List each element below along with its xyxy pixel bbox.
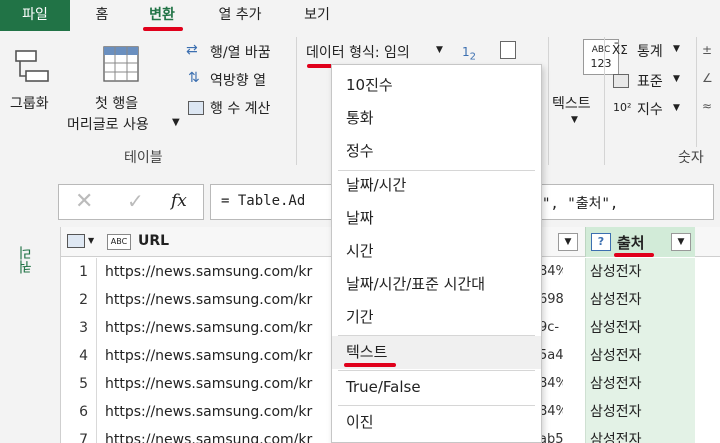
transpose-icon: ⇄ — [186, 42, 198, 58]
ribbon-tab-bar: 파일 홈 변환 열 추가 보기 — [0, 0, 720, 31]
sigma-icon: X̄Σ — [612, 43, 628, 57]
mid-cell[interactable]: 84% — [539, 398, 563, 426]
row-number: 7 — [61, 426, 97, 443]
text-chevron-icon: ▼ — [571, 115, 578, 125]
count-rows-button[interactable]: 행 수 계산 — [210, 98, 270, 118]
mid-cell[interactable]: 84% — [539, 258, 563, 286]
tab-add-column[interactable]: 열 추가 — [200, 0, 280, 31]
formula-text-left: = Table.Ad — [221, 193, 306, 209]
formula-input[interactable]: = Table.Ad — [210, 184, 332, 220]
menu-item-truefalse[interactable]: True/False — [332, 371, 541, 404]
group-label-number: 숫자 — [678, 150, 704, 166]
group-label-table: 테이블 — [124, 150, 163, 166]
exponent-chevron-icon: ▼ — [673, 103, 680, 113]
statistics-button[interactable]: 통계 — [637, 41, 663, 61]
trig-icon: ∠ — [702, 71, 713, 85]
confirm-icon[interactable]: ✓ — [127, 189, 144, 213]
source-header-underline — [614, 253, 654, 257]
source-cell[interactable]: 삼성전자 — [585, 258, 695, 286]
column-header-source[interactable]: 출처 — [617, 232, 645, 253]
tab-home[interactable]: 홈 — [80, 0, 124, 31]
statistics-chevron-icon: ▼ — [673, 44, 680, 54]
source-cell[interactable]: 삼성전자 — [585, 370, 695, 398]
menu-item-date[interactable]: 날짜 — [332, 202, 541, 235]
menu-item-binary[interactable]: 이진 — [332, 406, 541, 439]
source-cell[interactable]: 삼성전자 — [585, 426, 695, 443]
queries-pane-label[interactable]: 쿼리 — [16, 246, 38, 274]
menu-item-datetimezone[interactable]: 날짜/시간/표준 시간대 — [332, 268, 541, 301]
tab-file[interactable]: 파일 — [0, 0, 70, 31]
source-cell[interactable]: 삼성전자 — [585, 342, 695, 370]
row-number: 2 — [61, 286, 97, 314]
rounding-icon: ≈ — [702, 99, 713, 113]
column-header-url[interactable]: URL — [138, 233, 169, 249]
text-type-icon[interactable]: ABC — [107, 234, 131, 250]
formula-input-right[interactable]: ", "출처", — [540, 184, 714, 220]
count-rows-icon — [188, 101, 204, 115]
source-cell[interactable]: 삼성전자 — [585, 286, 695, 314]
table-header-icon — [103, 46, 139, 82]
scientific-icon: ± — [702, 43, 713, 57]
any-type-icon[interactable]: ? — [591, 233, 611, 251]
abc-icon-line-1: ABC — [591, 45, 611, 55]
standard-button[interactable]: 표준 — [637, 71, 663, 91]
text-format-button[interactable]: 텍스트 — [552, 93, 591, 113]
mid-cell[interactable]: 5a4 — [539, 342, 563, 370]
fx-icon[interactable]: fx — [171, 191, 187, 211]
formula-text-right: ", "출처", — [542, 196, 619, 212]
menu-text-underline — [344, 363, 396, 367]
group-by-button[interactable] — [12, 45, 52, 93]
mid-cell[interactable]: 9c- — [539, 314, 563, 342]
group-by-icon — [15, 50, 49, 82]
table-menu-chevron-icon: ▼ — [88, 236, 95, 245]
detect-type-icon[interactable]: 12 — [462, 45, 476, 62]
chevron-down-icon[interactable]: ▼ — [172, 117, 180, 128]
menu-item-decimal[interactable]: 10진수 — [332, 69, 541, 102]
filter-chevron-icon[interactable]: ▼ — [558, 233, 578, 251]
use-first-row-label-2: 머리글로 사용 — [67, 117, 149, 133]
menu-item-integer[interactable]: 정수 — [332, 135, 541, 168]
cancel-icon[interactable]: ✕ — [75, 189, 93, 214]
group-separator — [296, 37, 297, 165]
formula-buttons: ✕ ✓ fx — [58, 184, 204, 220]
source-cell[interactable]: 삼성전자 — [585, 314, 695, 342]
abc-icon-line-2: 123 — [590, 57, 612, 70]
row-number: 4 — [61, 342, 97, 370]
group-by-label: 그룹화 — [10, 96, 49, 112]
group-separator-3 — [604, 37, 605, 165]
standard-chevron-icon: ▼ — [673, 74, 680, 84]
rename-icon[interactable] — [500, 41, 516, 59]
menu-item-duration[interactable]: 기간 — [332, 301, 541, 334]
use-first-row-button[interactable] — [100, 43, 144, 91]
standard-icon — [613, 74, 629, 88]
menu-item-currency[interactable]: 통화 — [332, 102, 541, 135]
menu-item-time[interactable]: 시간 — [332, 235, 541, 268]
data-type-chevron-icon: ▼ — [436, 45, 443, 55]
group-separator-2 — [548, 37, 549, 165]
transpose-button[interactable]: 행/열 바꿈 — [210, 42, 271, 62]
data-type-dropdown[interactable]: 데이터 형식: 임의 — [306, 42, 410, 62]
source-cell[interactable]: 삼성전자 — [585, 398, 695, 426]
row-number: 3 — [61, 314, 97, 342]
source-filter-chevron-icon[interactable]: ▼ — [671, 233, 691, 251]
exponent-button[interactable]: 지수 — [637, 99, 663, 119]
reverse-rows-icon: ⇅ — [188, 70, 200, 86]
use-first-row-label-1: 첫 행을 — [95, 96, 139, 112]
mid-cell[interactable]: 698 — [539, 286, 563, 314]
group-separator-4 — [696, 37, 697, 147]
row-number: 6 — [61, 398, 97, 426]
data-type-menu: 10진수 통화 정수 날짜/시간 날짜 시간 날짜/시간/표준 시간대 기간 텍… — [331, 64, 542, 443]
table-menu-icon[interactable] — [67, 234, 85, 248]
menu-item-datetime[interactable]: 날짜/시간 — [332, 169, 541, 202]
exponent-icon: 10² — [613, 101, 632, 114]
mid-cell[interactable]: 84% — [539, 370, 563, 398]
row-number: 1 — [61, 258, 97, 286]
row-number: 5 — [61, 370, 97, 398]
mid-cell[interactable]: ab5- — [539, 426, 563, 443]
tab-view[interactable]: 보기 — [292, 0, 342, 31]
reverse-rows-button[interactable]: 역방향 열 — [210, 70, 266, 90]
